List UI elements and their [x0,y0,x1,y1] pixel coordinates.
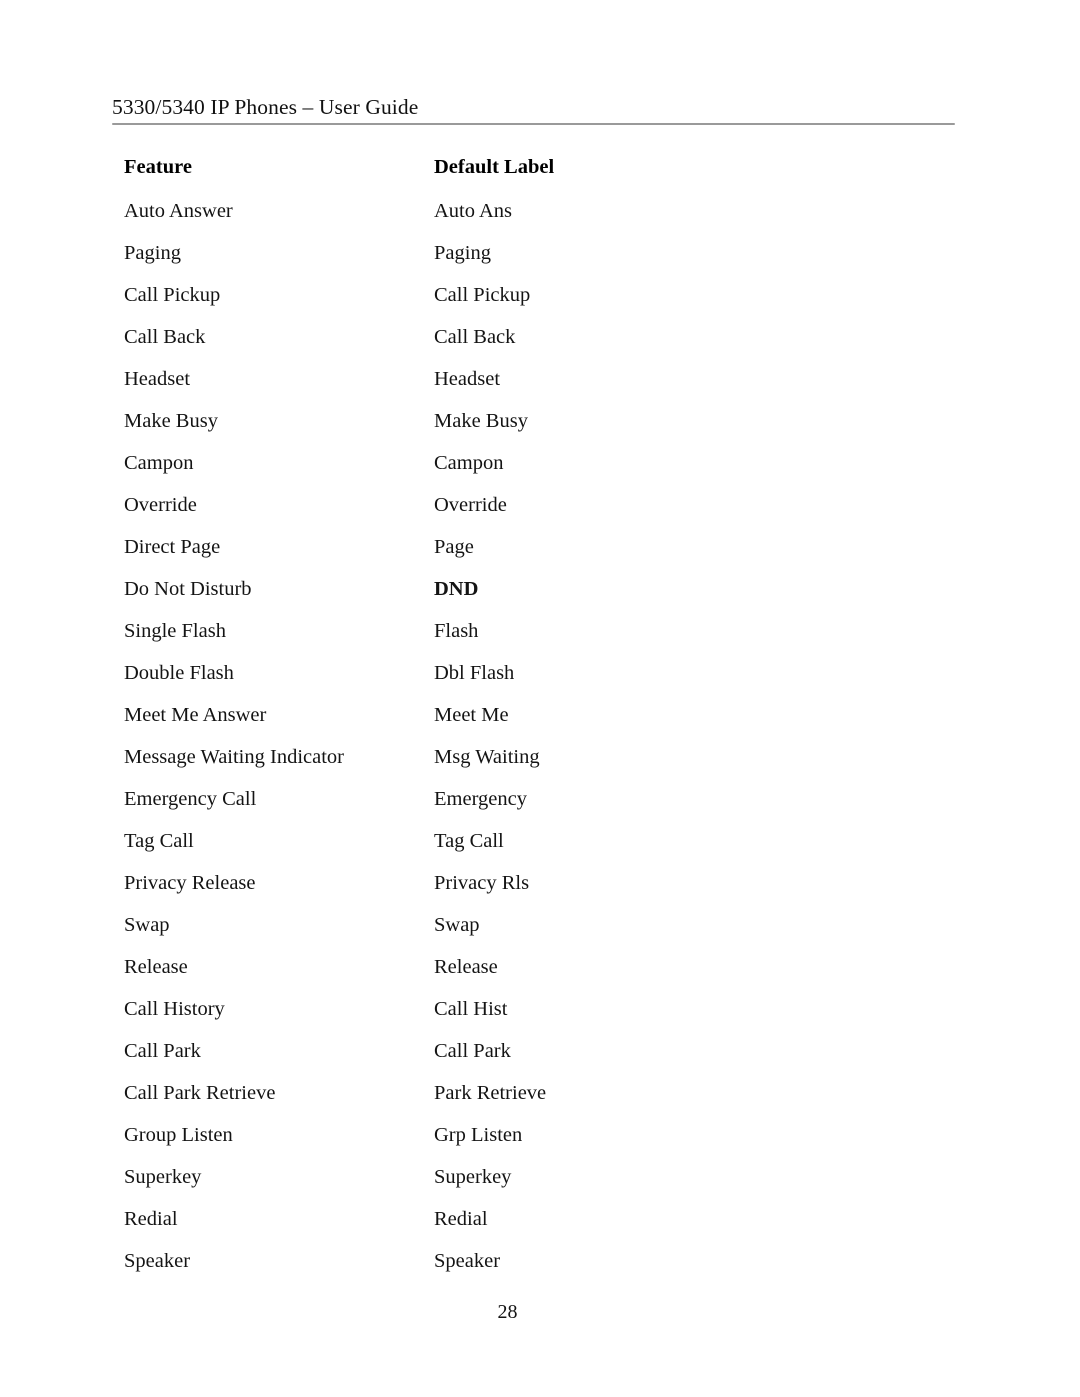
cell-feature: Call Park [124,1040,201,1062]
table-row: Call Park Retrieve Park Retrieve [124,1081,924,1123]
table-row: Call History Call Hist [124,997,924,1039]
cell-feature: Redial [124,1208,178,1230]
cell-feature: Call Pickup [124,284,221,306]
cell-feature: Make Busy [124,410,218,432]
table-row: Tag Call Tag Call [124,829,924,871]
cell-default-label: Dbl Flash [434,662,515,684]
cell-default-label: Auto Ans [434,200,513,222]
cell-feature: Override [124,494,197,516]
table-row: Do Not Disturb DND [124,577,924,619]
cell-default-label: Tag Call [434,830,504,852]
cell-default-label: Override [434,494,507,516]
table-row: Privacy Release Privacy Rls [124,871,924,913]
running-header-title: 5330/5340 IP Phones – User Guide [112,95,419,119]
table-row: Single Flash Flash [124,619,924,661]
cell-feature: Single Flash [124,620,226,642]
table-row: Meet Me Answer Meet Me [124,703,924,745]
table-row: Group Listen Grp Listen [124,1123,924,1165]
table-row: Call Pickup Call Pickup [124,283,924,325]
cell-feature: Group Listen [124,1124,233,1146]
table-row: Auto Answer Auto Ans [124,199,924,241]
cell-default-label: Superkey [434,1166,512,1188]
cell-feature: Meet Me Answer [124,704,267,726]
running-header: 5330/5340 IP Phones – User Guide [112,94,955,125]
cell-feature: Tag Call [124,830,194,852]
table-header-row: Feature Default Label [124,155,924,199]
cell-feature: Paging [124,242,181,264]
cell-default-label: DND [434,578,479,600]
table-row: Campon Campon [124,451,924,493]
cell-default-label: Park Retrieve [434,1082,547,1104]
document-page: 5330/5340 IP Phones – User Guide Feature… [0,0,1080,1397]
cell-default-label: Flash [434,620,479,642]
table-row: Call Back Call Back [124,325,924,367]
cell-feature: Release [124,956,188,978]
table-row: Headset Headset [124,367,924,409]
cell-feature: Emergency Call [124,788,257,810]
column-header-feature: Feature [124,156,192,178]
running-header-rule [112,123,955,125]
cell-feature: Privacy Release [124,872,256,894]
cell-default-label: Msg Waiting [434,746,540,768]
cell-feature: Superkey [124,1166,202,1188]
cell-default-label: Swap [434,914,480,936]
column-header-default-label: Default Label [434,156,555,178]
cell-feature: Headset [124,368,191,390]
table-row: Redial Redial [124,1207,924,1249]
table-row: Double Flash Dbl Flash [124,661,924,703]
cell-default-label: Call Pickup [434,284,531,306]
table-row: Make Busy Make Busy [124,409,924,451]
cell-default-label: Make Busy [434,410,528,432]
table-row: Override Override [124,493,924,535]
table-body: Auto Answer Auto Ans Paging Paging Call Pick… [124,199,924,1291]
cell-default-label: Call Hist [434,998,508,1020]
cell-default-label: Paging [434,242,491,264]
cell-feature: Call Back [124,326,206,348]
cell-default-label: Emergency [434,788,527,810]
cell-feature: Do Not Disturb [124,578,252,600]
cell-default-label: Meet Me [434,704,509,726]
table-row: Call Park Call Park [124,1039,924,1081]
table-row: Direct Page Page [124,535,924,577]
table-row: Release Release [124,955,924,997]
cell-feature: Swap [124,914,170,936]
cell-feature: Call History [124,998,225,1020]
table-row: Speaker Speaker [124,1249,924,1291]
cell-feature: Direct Page [124,536,221,558]
cell-default-label: Headset [434,368,501,390]
cell-default-label: Page [434,536,474,558]
cell-default-label: Campon [434,452,504,474]
cell-default-label: Grp Listen [434,1124,523,1146]
cell-default-label: Speaker [434,1250,501,1272]
cell-feature: Speaker [124,1250,191,1272]
cell-default-label: Call Back [434,326,516,348]
table-row: Superkey Superkey [124,1165,924,1207]
page-number: 28 [497,1301,518,1323]
table-row: Paging Paging [124,241,924,283]
cell-feature: Campon [124,452,194,474]
cell-feature: Auto Answer [124,200,233,222]
feature-default-label-table: Feature Default Label Auto Answer Auto An… [124,155,924,1291]
cell-default-label: Privacy Rls [434,872,530,894]
cell-feature: Double Flash [124,662,234,684]
cell-default-label: Release [434,956,498,978]
cell-default-label: Call Park [434,1040,511,1062]
table-row: Emergency Call Emergency [124,787,924,829]
table-row: Swap Swap [124,913,924,955]
cell-default-label: Redial [434,1208,488,1230]
table-row: Message Waiting Indicator Msg Waiting [124,745,924,787]
cell-feature: Message Waiting Indicator [124,746,344,768]
cell-feature: Call Park Retrieve [124,1082,276,1104]
